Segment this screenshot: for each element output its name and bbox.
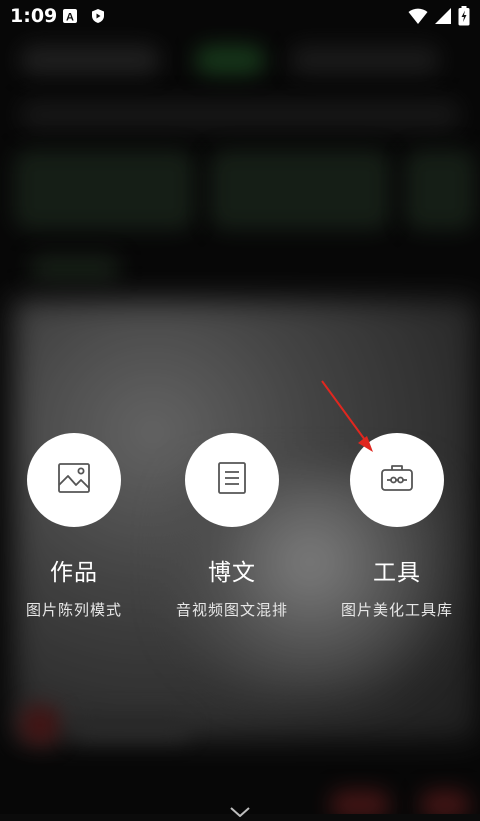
status-bar: 1:09 A	[0, 0, 480, 34]
tools-subtitle: 图片美化工具库	[340, 601, 453, 619]
battery-charging-icon	[458, 6, 470, 30]
tools-button[interactable]	[350, 433, 444, 527]
article-button[interactable]	[185, 433, 279, 527]
svg-text:A: A	[66, 12, 74, 24]
status-time: 1:09	[10, 5, 58, 27]
toolbox-icon	[379, 460, 415, 500]
dim-overlay	[0, 0, 480, 814]
image-icon	[56, 460, 92, 500]
notification-a-icon: A	[62, 8, 78, 24]
article-title: 博文	[208, 560, 256, 586]
tools-title: 工具	[373, 560, 421, 586]
action-tools[interactable]: 工具 图片美化工具库	[302, 433, 480, 620]
shield-play-icon	[90, 8, 106, 24]
article-subtitle: 音视频图文混排	[175, 601, 288, 619]
cellular-signal-icon	[434, 7, 452, 29]
wifi-icon	[408, 7, 428, 29]
works-button[interactable]	[27, 433, 121, 527]
action-article[interactable]: 博文 音视频图文混排	[137, 433, 327, 620]
chevron-down-icon[interactable]	[228, 802, 252, 818]
document-icon	[214, 460, 250, 500]
